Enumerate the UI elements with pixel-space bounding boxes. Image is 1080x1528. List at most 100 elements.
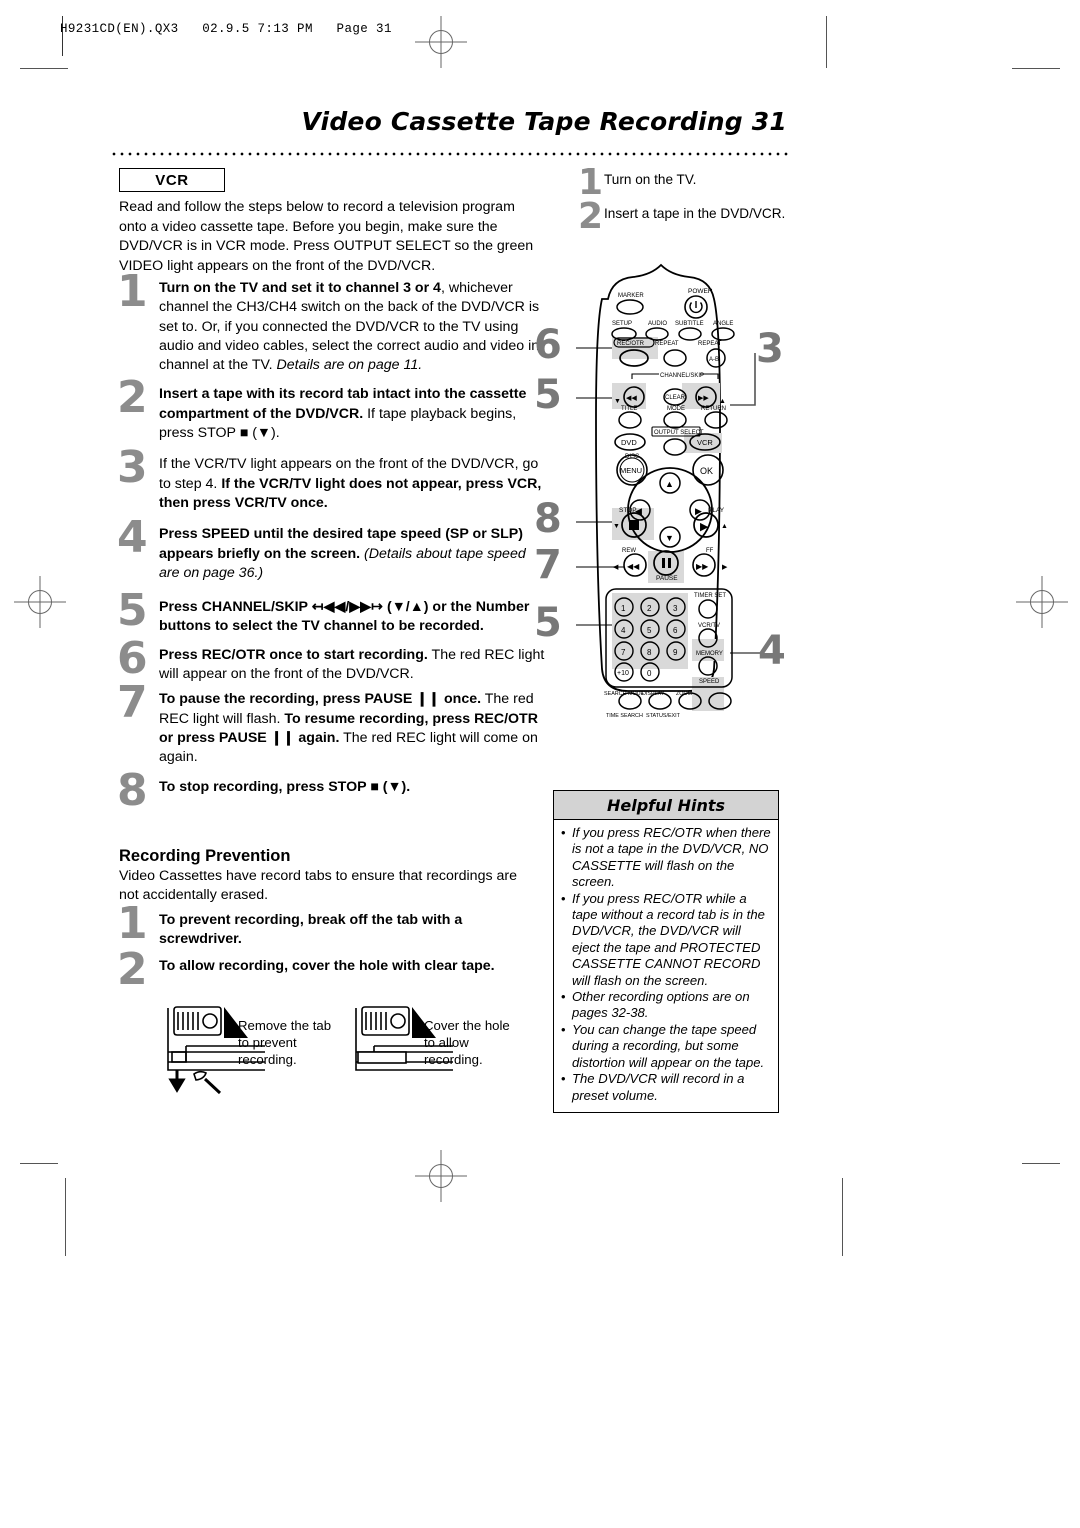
label-ab: A-B: [709, 357, 719, 363]
step-item: 2 Insert a tape with its record tab inta…: [113, 376, 545, 443]
label-menu: MENU: [620, 466, 642, 475]
registration-mark-right: [1016, 576, 1068, 628]
step-text: To allow recording, cover the hole with …: [159, 957, 495, 974]
label-power: POWER: [688, 288, 713, 295]
number-key-7-label: 7: [621, 648, 626, 657]
step-number: 1: [578, 162, 604, 203]
label-audio: AUDIO: [648, 321, 667, 327]
label-dvd: DVD: [621, 438, 637, 447]
label-ok: OK: [700, 466, 713, 476]
play-up-arrow-icon: ▲: [721, 523, 728, 530]
crop-mark-bottom-left: [20, 1163, 58, 1164]
prevention-heading: Recording Prevention: [119, 847, 291, 865]
label-angle: ANGLE: [713, 321, 733, 327]
label-memory: MEMORY: [696, 651, 723, 657]
bullet-icon: •: [561, 825, 566, 840]
number-key-0-label: 0: [647, 669, 652, 678]
hint-text: Other recording options are on pages 32-…: [572, 989, 750, 1021]
prevention-steps-list: 1 To prevent recording, break off the ta…: [113, 902, 545, 997]
registration-mark-top: [415, 16, 467, 68]
label-return: RETURN: [701, 406, 726, 412]
crop-mark-top-right: [1012, 68, 1060, 69]
label-repeat-ab: REPEAT: [698, 341, 722, 347]
bullet-icon: •: [561, 890, 566, 906]
hint-item: • Other recording options are on pages 3…: [561, 989, 771, 1022]
number-key-plus10-label: +10: [617, 670, 629, 677]
label-play: PLAY: [708, 507, 725, 514]
label-timer-set: TIMER SET: [694, 593, 726, 599]
number-key-9-label: 9: [673, 648, 678, 657]
step-text: Turn on the TV.: [604, 172, 697, 187]
step-text: Press SPEED until the desired tape speed…: [159, 526, 526, 581]
number-key-8-label: 8: [647, 648, 652, 657]
callout-number: 5: [534, 372, 562, 418]
hint-text: If you press REC/OTR while a tape withou…: [572, 890, 765, 988]
hint-text: If you press REC/OTR when there is not a…: [572, 825, 771, 890]
callout-number: 4: [758, 628, 786, 674]
dpad-up-icon: ▲: [665, 479, 674, 489]
crop-mark-bottom-right-vertical: [842, 1178, 843, 1256]
prevention-step-item: 2 To allow recording, cover the hole wit…: [113, 947, 545, 991]
step-item: 6 Press REC/OTR once to start recording.…: [113, 636, 545, 685]
steps-list: 1 Turn on the TV and set it to channel 3…: [113, 269, 545, 818]
step-number: 7: [117, 677, 148, 729]
registration-mark-left: [14, 576, 66, 628]
hint-item: • You can change the tape speed during a…: [561, 1022, 771, 1071]
label-ff: FF: [706, 548, 714, 554]
step-number: 1: [117, 266, 148, 317]
step-item: 4 Press SPEED until the desired tape spe…: [113, 516, 545, 583]
skip-back-icon: ◀◀: [626, 395, 637, 402]
label-repeat: REPEAT: [655, 341, 679, 347]
label-rec-otr: REC/OTR: [617, 341, 645, 347]
helpful-hints-box: Helpful Hints • If you press REC/OTR whe…: [553, 790, 779, 1113]
crop-mark-bottom-left-vertical: [65, 1178, 66, 1256]
repeat-button: [663, 349, 687, 367]
label-mode: MODE: [667, 406, 685, 412]
remote-control-diagram: POWER MARKER SETUP AUDIO SUBTITLE ANGLE …: [520, 255, 820, 719]
label-status-exit: STATUS/EXIT: [646, 713, 681, 719]
prevention-paragraph: Video Cassettes have record tabs to ensu…: [119, 868, 518, 904]
label-clear: CLEAR: [665, 395, 686, 401]
leader-line-3: [730, 353, 756, 406]
label-setup: SETUP: [612, 321, 632, 327]
callout-number: 5: [534, 600, 562, 646]
prevention-step-item: 1 To prevent recording, break off the ta…: [113, 902, 545, 950]
step-text: Press REC/OTR once to start recording. T…: [159, 646, 545, 683]
callout-number: 8: [534, 496, 562, 542]
bullet-icon: •: [561, 989, 566, 1005]
label-speed: SPEED: [699, 679, 720, 685]
angle-button: [711, 327, 735, 341]
step-text: Press CHANNEL/SKIP ↤◀◀/▶▶↦ (▼/▲) or the …: [159, 599, 530, 635]
ff-right-arrow-icon: ▶: [722, 564, 728, 571]
channel-up-arrow-icon: ▲: [719, 398, 726, 405]
step-number: 2: [117, 372, 148, 424]
step-item: 3 If the VCR/TV light appears on the fro…: [113, 446, 545, 513]
step-item: 5 Press CHANNEL/SKIP ↤◀◀/▶▶↦ (▼/▲) or th…: [113, 589, 545, 637]
hint-item: • If you press REC/OTR when there is not…: [561, 825, 771, 891]
number-key-3-label: 3: [673, 604, 678, 613]
label-rew: REW: [622, 548, 636, 554]
callout-number: 6: [534, 322, 562, 368]
step-text: If the VCR/TV light appears on the front…: [159, 456, 542, 511]
rew-icon: ◀◀: [627, 562, 640, 571]
timer-set-button: [698, 599, 718, 619]
output-select-button: [663, 438, 687, 456]
dpad-down-icon: ▼: [665, 533, 674, 543]
right-step-item: 2 Insert a tape in the DVD/VCR.: [578, 199, 788, 235]
number-key-1-label: 1: [621, 604, 626, 613]
remote-bottom-row-svg: TIME SEARCH STATUS/EXIT: [606, 691, 732, 719]
bullet-icon: •: [561, 1021, 566, 1037]
channel-down-arrow-icon: ▼: [614, 398, 621, 405]
section-badge-label: VCR: [155, 171, 189, 189]
helpful-hints-title: Helpful Hints: [606, 795, 726, 815]
step-text: Turn on the TV and set it to channel 3 o…: [159, 280, 540, 374]
step-text: Insert a tape in the DVD/VCR.: [604, 206, 786, 221]
label-channel-skip: CHANNEL/SKIP: [660, 373, 704, 379]
step-number: 4: [117, 512, 148, 564]
title-dotted-rule: [110, 152, 788, 156]
crop-mark-right-vertical: [826, 16, 827, 68]
hint-text: The DVD/VCR will record in a preset volu…: [572, 1071, 745, 1103]
step-text: To prevent recording, break off the tab …: [159, 912, 463, 948]
step-number: 8: [117, 764, 148, 816]
marker-button: [616, 299, 644, 315]
